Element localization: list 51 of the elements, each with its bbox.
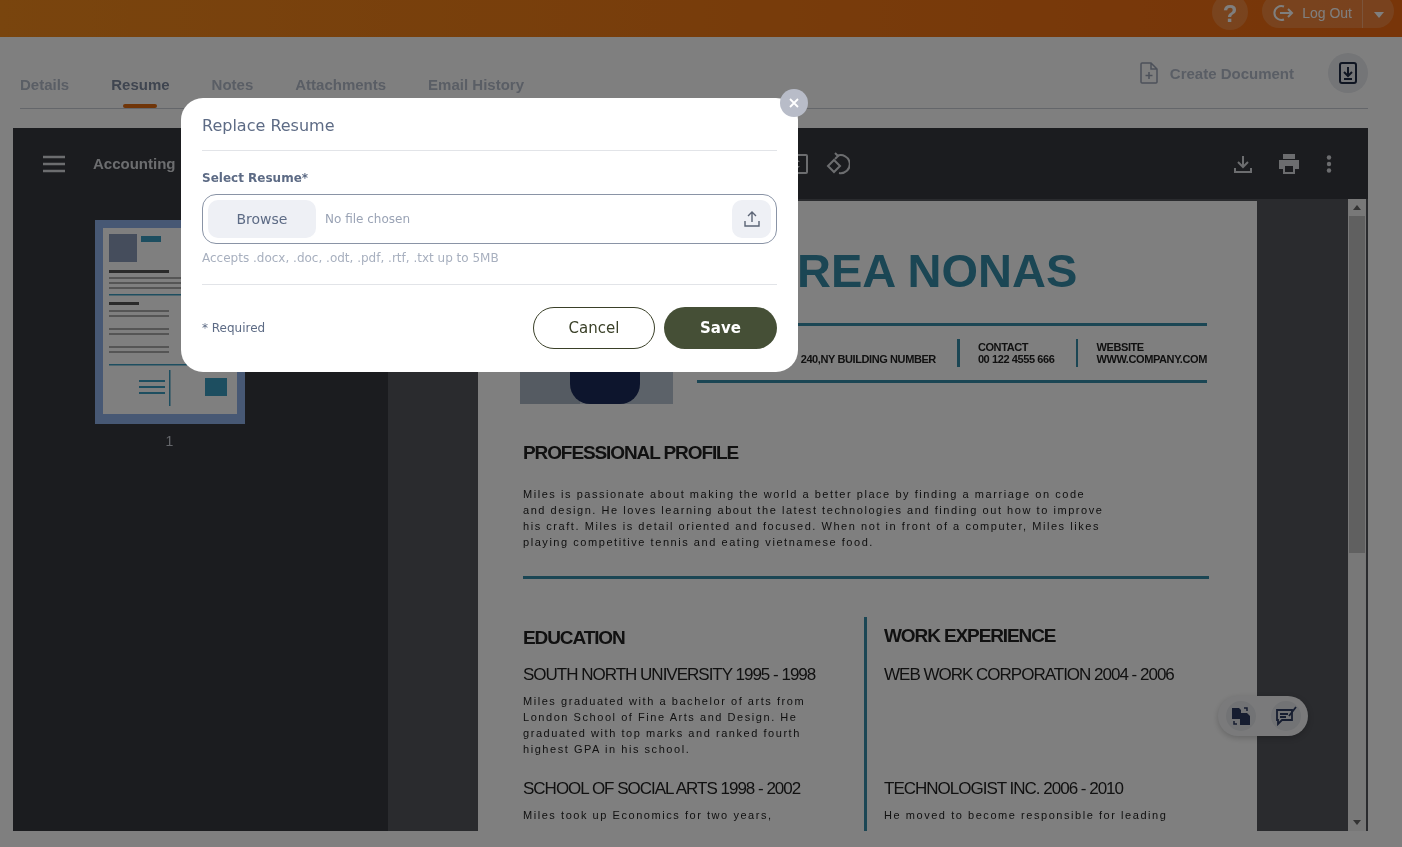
profile-paragraph: Miles is passionate about making the world a better place by finding a marriage on code and design. He loves learning about the latest technologies and finding out how to improve his craft. Miles is detail oriented and focused. When not in front of a computer, Miles likes playing competitive tennis and eating vietnamese food. [523,487,1105,550]
documents-icon [1230,706,1251,726]
address-text: 240,NY BUILDING NUMBER [799,351,936,365]
entry-title: TECHNOLOGIST INC. 2006 - 2010 [884,779,1125,799]
entry-paragraph: He moved to become responsible for leading [884,808,1169,823]
dialog-title: Replace Resume [202,116,336,137]
entry-paragraph: Miles graduated with a bachelor of arts from London School of Fine Arts and Design. He graduated with top marks and ranked fourth highest GPA in his school. [523,694,807,757]
section-heading: EDUCATION [523,627,626,649]
logout-icon [1272,3,1295,23]
note-button[interactable] [1270,701,1301,731]
website-label: WEBSITE [1096,341,1145,353]
file-input-field[interactable]: Browse No file chosen [202,194,777,244]
section-heading: WORK EXPERIENCE [884,625,1057,647]
upload-icon [743,211,760,227]
download-document-icon [1339,62,1357,84]
tab[interactable]: Resume [111,38,170,108]
field-label: Select Resume* [202,171,310,185]
entry-title: SOUTH NORTH UNIVERSITY 1995 - 1998 [523,665,817,685]
resume-name: REA NONAS [797,243,1079,299]
logout-button[interactable]: Log Out [1262,0,1362,28]
rotate-icon[interactable] [825,151,850,176]
scroll-up-icon[interactable] [1352,204,1362,210]
document-add-icon [1139,62,1158,84]
entry-title: WEB WORK CORPORATION 2004 - 2006 [884,665,1174,685]
page-number: 1 [165,433,174,449]
print-icon[interactable] [1278,153,1300,174]
more-icon[interactable] [1326,154,1332,173]
website-text: WWW.COMPANY.COM [1096,353,1207,365]
hint-text: Accepts .docx, .doc, .odt, .pdf, .rtf, .txt up to 5MB [202,251,500,265]
close-button[interactable] [780,89,808,117]
caret-icon [1373,11,1384,18]
download-icon[interactable] [1234,154,1252,173]
compare-button[interactable] [1225,701,1256,731]
contact-phone: 00 122 4555 666 [977,353,1055,365]
menu-icon[interactable] [43,154,65,173]
download-button[interactable] [1328,53,1368,93]
required-note: * Required [202,321,266,335]
file-placeholder: No file chosen [325,212,410,226]
close-icon [789,98,799,108]
document-title: Accounting [93,155,176,172]
upload-button[interactable] [732,200,771,238]
scroll-down-icon[interactable] [1352,820,1362,826]
save-button[interactable]: Save [664,307,777,349]
note-edit-icon [1274,706,1297,726]
cancel-button[interactable]: Cancel [533,307,655,349]
entry-title: SCHOOL OF SOCIAL ARTS 1998 - 2002 [523,779,802,799]
scrollbar[interactable] [1348,199,1366,831]
entry-paragraph: Miles took up Economics for two years, [523,808,774,823]
section-heading: PROFESSIONAL PROFILE [523,442,740,464]
browse-button[interactable]: Browse [208,200,316,238]
contact-label: CONTACT [977,341,1030,353]
